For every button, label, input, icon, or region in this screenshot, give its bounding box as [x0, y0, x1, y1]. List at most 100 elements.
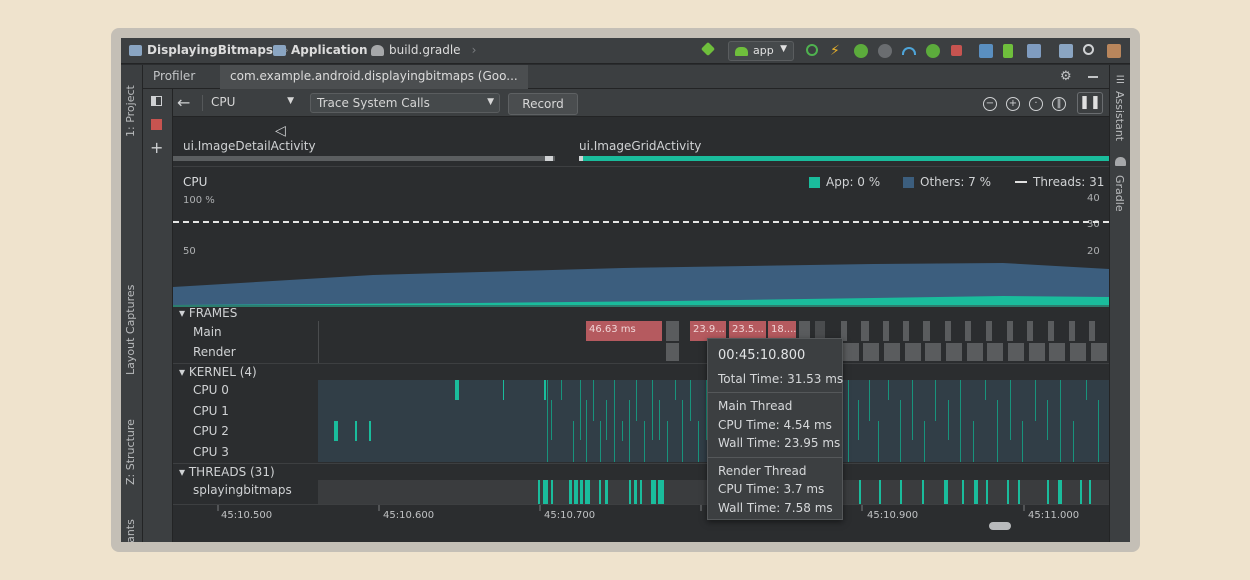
- gradle-icon: [1115, 157, 1126, 166]
- avd-manager-icon[interactable]: [1003, 44, 1013, 58]
- search-icon[interactable]: [1083, 44, 1094, 55]
- frame-block[interactable]: [666, 321, 679, 341]
- tooltip-time: 00:45:10.800: [718, 348, 806, 363]
- assistant-tool-tab[interactable]: Assistant: [1113, 91, 1126, 141]
- zoom-out-icon[interactable]: −: [983, 97, 997, 111]
- stop-icon[interactable]: [951, 45, 962, 56]
- activity-label-grid: ui.ImageGridActivity: [579, 139, 702, 153]
- rerun-icon[interactable]: [806, 44, 818, 56]
- time-axis-ticks: [217, 505, 1025, 511]
- stop-session-icon[interactable]: [151, 119, 162, 130]
- monitor-select[interactable]: CPU ▼: [205, 93, 299, 113]
- chevron-down-icon: ▼: [487, 97, 494, 107]
- thread-row[interactable]: splayingbitmaps: [193, 483, 292, 497]
- debug-icon[interactable]: [854, 44, 868, 58]
- add-session-icon[interactable]: +: [150, 138, 163, 157]
- sdk-manager-icon[interactable]: [1027, 44, 1041, 58]
- time-tick: 45:11.000: [1028, 510, 1080, 521]
- activity-label-detail: ui.ImageDetailActivity: [183, 139, 316, 153]
- pause-button[interactable]: ❚❚: [1077, 92, 1103, 114]
- frame-tooltip: 00:45:10.800 Total Time: 31.53 ms Main T…: [707, 338, 843, 520]
- left-tool-strip: 1: Project Layout Captures Z: Structure …: [121, 65, 143, 542]
- chevron-down-icon: ▼: [780, 44, 787, 54]
- run-config-select[interactable]: app ▼: [728, 41, 794, 61]
- session-controls: +: [143, 89, 173, 542]
- frame-block[interactable]: [666, 343, 679, 361]
- profile-icon[interactable]: [902, 47, 916, 55]
- breadcrumb-file[interactable]: build.gradle ›: [371, 43, 476, 57]
- zoom-to-selection-icon[interactable]: ‖: [1052, 97, 1066, 111]
- activity-end-marker: [545, 156, 553, 161]
- debug-attach-icon[interactable]: [926, 44, 940, 58]
- ide-window: DisplayingBitmaps› Application› build.gr…: [121, 38, 1130, 542]
- divider: [708, 392, 842, 393]
- frames-row-render: Render: [193, 345, 236, 359]
- activity-marker-icon: ◁: [275, 123, 286, 139]
- time-axis: 45:10.500 45:10.600 45:10.700 45:10.900 …: [173, 504, 1109, 542]
- layout-captures-tab[interactable]: Layout Captures: [124, 285, 137, 375]
- sessions-panel-icon[interactable]: [151, 96, 162, 106]
- reset-zoom-icon[interactable]: ·: [1029, 97, 1043, 111]
- time-tick: 45:10.600: [383, 510, 435, 521]
- trace-config-select[interactable]: Trace System Calls ▼: [310, 93, 500, 113]
- tool-window-tabs: Profiler com.example.android.displayingb…: [143, 65, 1109, 89]
- assistant-icon: ☰: [1116, 75, 1125, 86]
- navigation-bar: DisplayingBitmaps› Application› build.gr…: [121, 38, 1130, 64]
- cpu-usage-chart: [173, 221, 1109, 307]
- kernel-row-cpu2: CPU 2: [193, 424, 229, 438]
- divider: [173, 363, 1109, 364]
- divider: [173, 463, 1109, 464]
- activity-bar: ◁ ui.ImageDetailActivity ui.ImageGridAct…: [173, 117, 1109, 166]
- activity-bar-grid[interactable]: [579, 156, 1109, 161]
- zoom-in-icon[interactable]: +: [1006, 97, 1020, 111]
- divider: [202, 95, 203, 111]
- tooltip-main-wall-time: Wall Time: 23.95 ms: [718, 436, 841, 450]
- attach-debugger-icon[interactable]: [878, 44, 892, 58]
- tab-profiler[interactable]: Profiler: [143, 65, 205, 89]
- activity-start-marker: [579, 156, 583, 161]
- divider: [708, 456, 842, 458]
- frames-lane-divider: [318, 321, 319, 363]
- kernel-row-cpu1: CPU 1: [193, 404, 229, 418]
- tooltip-render-wall-time: Wall Time: 7.58 ms: [718, 500, 833, 515]
- tooltip-main-cpu-time: CPU Time: 4.54 ms: [718, 417, 832, 432]
- tooltip-total-time: Total Time: 31.53 ms: [718, 371, 844, 386]
- breadcrumb-project[interactable]: DisplayingBitmaps ›: [129, 43, 289, 57]
- gear-icon[interactable]: ⚙: [1060, 69, 1072, 84]
- back-arrow-icon[interactable]: ←: [177, 93, 190, 112]
- gradle-tool-tab[interactable]: Gradle: [1113, 175, 1126, 212]
- record-button[interactable]: Record: [508, 93, 578, 115]
- minimize-icon[interactable]: [1088, 76, 1098, 78]
- frame-block[interactable]: 46.63 ms: [586, 321, 662, 341]
- activity-bar-detail[interactable]: [173, 156, 555, 161]
- frames-row-main: Main: [193, 325, 222, 339]
- horizontal-scrollbar-thumb[interactable]: [989, 522, 1011, 530]
- android-icon: [735, 47, 748, 56]
- tab-session[interactable]: com.example.android.displayingbitmaps (G…: [220, 65, 528, 89]
- tooltip-render-thread: Render Thread: [718, 463, 807, 478]
- folder-icon: [273, 44, 286, 56]
- avatar[interactable]: [1107, 44, 1121, 58]
- apply-changes-icon[interactable]: ⚡: [830, 44, 844, 58]
- structure-tool-tab[interactable]: Z: Structure: [124, 419, 137, 485]
- build-variants-tab[interactable]: Build Variants: [124, 519, 137, 542]
- gradle-icon: [371, 44, 384, 56]
- frames-right-blocks: [841, 321, 1107, 361]
- folder-icon: [129, 44, 142, 56]
- frames-header[interactable]: ▾ FRAMES: [179, 306, 237, 320]
- threads-header[interactable]: ▾ THREADS (31): [179, 465, 275, 479]
- time-tick: 45:10.900: [867, 510, 919, 521]
- time-tick: 45:10.700: [544, 510, 596, 521]
- project-structure-icon[interactable]: [1059, 44, 1073, 58]
- chevron-down-icon: ▼: [287, 96, 294, 106]
- kernel-header[interactable]: ▾ KERNEL (4): [179, 365, 257, 379]
- cpu-monitor[interactable]: CPU 100 % 50 App: 0 % Others: 7 % Thread…: [173, 166, 1109, 307]
- build-hammer-icon[interactable]: [700, 41, 716, 57]
- kernel-row-cpu0: CPU 0: [193, 383, 229, 397]
- project-tool-tab[interactable]: 1: Project: [124, 85, 137, 137]
- profiler-toolbar: ← CPU ▼ Trace System Calls ▼ Record − + …: [173, 89, 1109, 117]
- tooltip-render-cpu-time: CPU Time: 3.7 ms: [718, 482, 825, 496]
- kernel-row-cpu3: CPU 3: [193, 445, 229, 459]
- sync-icon[interactable]: [979, 44, 993, 58]
- breadcrumb-module[interactable]: Application›: [273, 43, 383, 57]
